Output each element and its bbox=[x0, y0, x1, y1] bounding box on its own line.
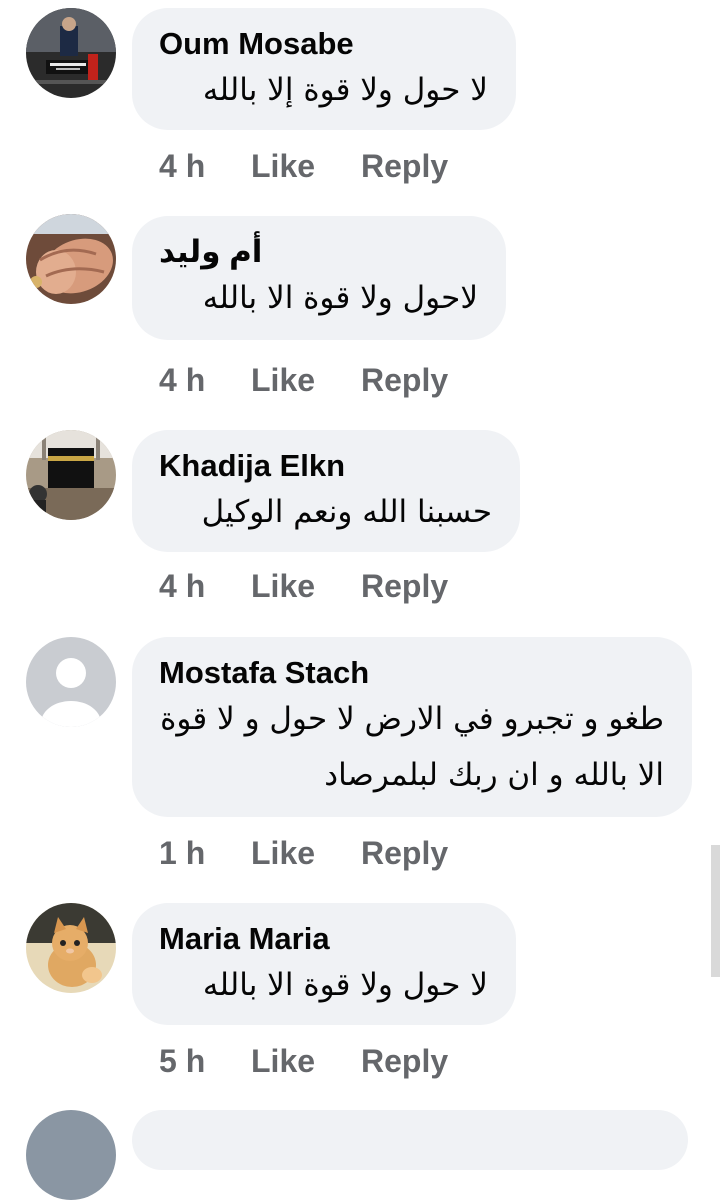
comment-actions: 4 h Like Reply bbox=[159, 362, 448, 399]
comment-text: حسبنا الله ونعم الوكيل bbox=[201, 494, 492, 530]
comment-actions: 1 h Like Reply bbox=[159, 835, 448, 872]
comment-text: لاحول ولا قوة الا بالله bbox=[202, 280, 478, 316]
scrollbar[interactable] bbox=[711, 845, 720, 977]
comment-bubble: Khadija Elkn حسبنا الله ونعم الوكيل bbox=[132, 430, 520, 552]
like-button[interactable]: Like bbox=[251, 362, 361, 399]
comment-author[interactable]: Maria Maria bbox=[159, 921, 488, 957]
reply-button[interactable]: Reply bbox=[361, 148, 448, 185]
comment-author[interactable]: Khadija Elkn bbox=[159, 448, 492, 484]
comment-bubble: Mostafa Stach طغو و تجبرو في الارض لا حو… bbox=[132, 637, 692, 817]
avatar[interactable] bbox=[26, 8, 116, 98]
avatar[interactable] bbox=[26, 214, 116, 304]
reply-button[interactable]: Reply bbox=[361, 362, 448, 399]
reply-button[interactable]: Reply bbox=[361, 1043, 448, 1080]
comment-text: لا حول ولا قوة الا بالله bbox=[202, 967, 488, 1003]
like-button[interactable]: Like bbox=[251, 568, 361, 605]
default-user-avatar-icon bbox=[26, 637, 116, 727]
comment-actions: 4 h Like Reply bbox=[159, 148, 448, 185]
comment-timestamp[interactable]: 5 h bbox=[159, 1043, 251, 1080]
comment-actions: 4 h Like Reply bbox=[159, 568, 448, 605]
comment-author[interactable]: Oum Mosabe bbox=[159, 26, 488, 62]
comment-author[interactable]: Mostafa Stach bbox=[159, 655, 664, 691]
comment-bubble: Maria Maria لا حول ولا قوة الا بالله bbox=[132, 903, 516, 1025]
kaaba-avatar-icon bbox=[26, 430, 116, 520]
like-button[interactable]: Like bbox=[251, 148, 361, 185]
comment-bubble: Oum Mosabe لا حول ولا قوة إلا بالله bbox=[132, 8, 516, 130]
avatar[interactable] bbox=[26, 903, 116, 993]
like-button[interactable]: Like bbox=[251, 1043, 361, 1080]
comment-author[interactable]: أم وليد bbox=[159, 234, 478, 270]
comment-bubble bbox=[132, 1110, 688, 1170]
comment-bubble: أم وليد لاحول ولا قوة الا بالله bbox=[132, 216, 506, 340]
like-button[interactable]: Like bbox=[251, 835, 361, 872]
comment-timestamp[interactable]: 4 h bbox=[159, 568, 251, 605]
comment-text: طغو و تجبرو في الارض لا حول و لا قوة الا… bbox=[160, 701, 664, 793]
religious-poster-avatar-icon bbox=[26, 8, 116, 98]
kitten-avatar-icon bbox=[26, 903, 116, 993]
comment-timestamp[interactable]: 4 h bbox=[159, 148, 251, 185]
comment-actions: 5 h Like Reply bbox=[159, 1043, 448, 1080]
praying-hands-avatar-icon bbox=[26, 214, 116, 304]
comment-timestamp[interactable]: 1 h bbox=[159, 835, 251, 872]
reply-button[interactable]: Reply bbox=[361, 568, 448, 605]
avatar[interactable] bbox=[26, 637, 116, 727]
comment-timestamp[interactable]: 4 h bbox=[159, 362, 251, 399]
avatar[interactable] bbox=[26, 430, 116, 520]
comment-text: لا حول ولا قوة إلا بالله bbox=[202, 72, 488, 108]
reply-button[interactable]: Reply bbox=[361, 835, 448, 872]
